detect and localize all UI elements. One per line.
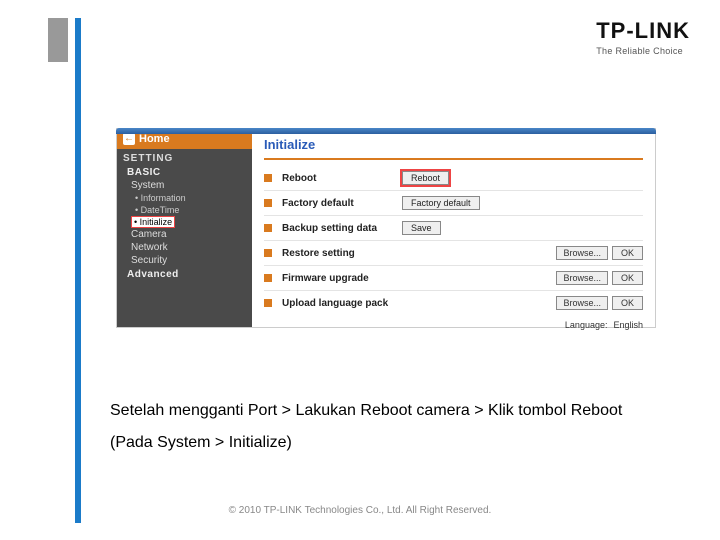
row-factory: Factory default Factory default: [264, 193, 643, 213]
sidebar-section-basic: BASIC: [117, 165, 252, 179]
router-ui-screenshot: ← Home SETTING BASIC System • Informatio…: [116, 128, 656, 328]
logo-tagline: The Reliable Choice: [596, 46, 690, 56]
label-restore: Restore setting: [282, 248, 392, 259]
title-divider: [264, 158, 643, 160]
bullet-icon: [264, 274, 272, 282]
sidebar-item-information[interactable]: • Information: [117, 192, 252, 204]
row-divider: [264, 190, 643, 191]
row-langpack: Upload language pack Browse... OK: [264, 293, 643, 313]
sidebar-camera[interactable]: Camera: [117, 228, 252, 241]
factory-default-button[interactable]: Factory default: [402, 196, 480, 210]
sidebar-network[interactable]: Network: [117, 241, 252, 254]
firmware-browse-button[interactable]: Browse...: [556, 271, 608, 285]
row-firmware: Firmware upgrade Browse... OK: [264, 268, 643, 288]
save-button[interactable]: Save: [402, 221, 441, 235]
sidebar-item-datetime[interactable]: • DateTime: [117, 204, 252, 216]
label-language: Language:: [565, 320, 608, 330]
page-title: Initialize: [264, 137, 643, 152]
row-reboot: Reboot Reboot: [264, 168, 643, 188]
langpack-browse-button[interactable]: Browse...: [556, 296, 608, 310]
decor-bar-blue: [75, 18, 81, 523]
caption-line-2: (Pada System > Initialize): [110, 432, 650, 454]
sidebar-system[interactable]: System: [117, 179, 252, 192]
row-divider: [264, 290, 643, 291]
label-factory: Factory default: [282, 198, 392, 209]
row-language: Language: English: [264, 315, 643, 335]
langpack-ok-button[interactable]: OK: [612, 296, 643, 310]
logo-brand: TP-LINK: [596, 18, 690, 44]
decor-bar-gray: [48, 18, 68, 62]
home-arrow-icon: ←: [123, 133, 135, 145]
sidebar-item-initialize[interactable]: • Initialize: [131, 216, 175, 228]
firmware-ok-button[interactable]: OK: [612, 271, 643, 285]
footer-copyright: © 2010 TP-LINK Technologies Co., Ltd. Al…: [0, 505, 720, 516]
bullet-icon: [264, 299, 272, 307]
slide: TP-LINK The Reliable Choice ← Home SETTI…: [0, 0, 720, 540]
row-divider: [264, 265, 643, 266]
language-value: English: [613, 320, 643, 330]
bullet-icon: [264, 249, 272, 257]
sidebar-advanced[interactable]: Advanced: [117, 267, 252, 281]
reboot-button[interactable]: Reboot: [402, 171, 449, 185]
label-reboot: Reboot: [282, 173, 392, 184]
sidebar-security[interactable]: Security: [117, 254, 252, 267]
main-panel: Initialize Reboot Reboot Factory default…: [252, 129, 655, 327]
row-restore: Restore setting Browse... OK: [264, 243, 643, 263]
caption-line-1: Setelah mengganti Port > Lakukan Reboot …: [110, 400, 650, 422]
label-backup: Backup setting data: [282, 223, 392, 234]
caption-text: Setelah mengganti Port > Lakukan Reboot …: [110, 400, 650, 463]
restore-browse-button[interactable]: Browse...: [556, 246, 608, 260]
label-langpack: Upload language pack: [282, 298, 392, 309]
bullet-icon: [264, 199, 272, 207]
row-backup: Backup setting data Save: [264, 218, 643, 238]
home-label: Home: [139, 133, 170, 145]
screenshot-top-bar: [116, 128, 656, 134]
row-divider: [264, 240, 643, 241]
label-firmware: Firmware upgrade: [282, 273, 392, 284]
row-divider: [264, 215, 643, 216]
bullet-icon: [264, 174, 272, 182]
restore-ok-button[interactable]: OK: [612, 246, 643, 260]
logo: TP-LINK The Reliable Choice: [596, 18, 690, 56]
bullet-icon: [264, 224, 272, 232]
sidebar-section-setting: SETTING: [117, 149, 252, 165]
settings-sidebar: ← Home SETTING BASIC System • Informatio…: [117, 129, 252, 327]
